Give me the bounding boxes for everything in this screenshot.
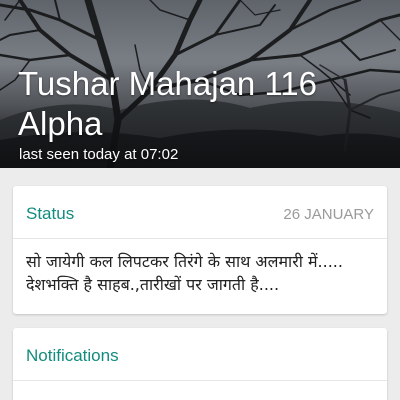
profile-header: Tushar Mahajan 116 Alpha last seen today… (0, 0, 400, 168)
notifications-title: Notifications (26, 346, 119, 365)
last-seen-status: last seen today at 07:02 (19, 146, 179, 163)
contact-name: Tushar Mahajan 116 Alpha (18, 65, 318, 142)
status-card-header: Status 26 JANUARY (13, 186, 387, 239)
status-title: Status (26, 204, 75, 223)
status-date: 26 JANUARY (283, 206, 374, 223)
contact-info-screen: Tushar Mahajan 116 Alpha last seen today… (0, 0, 400, 400)
notifications-card-header: Notifications (13, 328, 387, 381)
notifications-card: Notifications (13, 328, 387, 400)
status-text[interactable]: सो जायेगी कल लिपटकर तिरंगे के साथ अलमारी… (26, 250, 378, 296)
status-card: Status 26 JANUARY सो जायेगी कल लिपटकर ति… (13, 186, 387, 314)
